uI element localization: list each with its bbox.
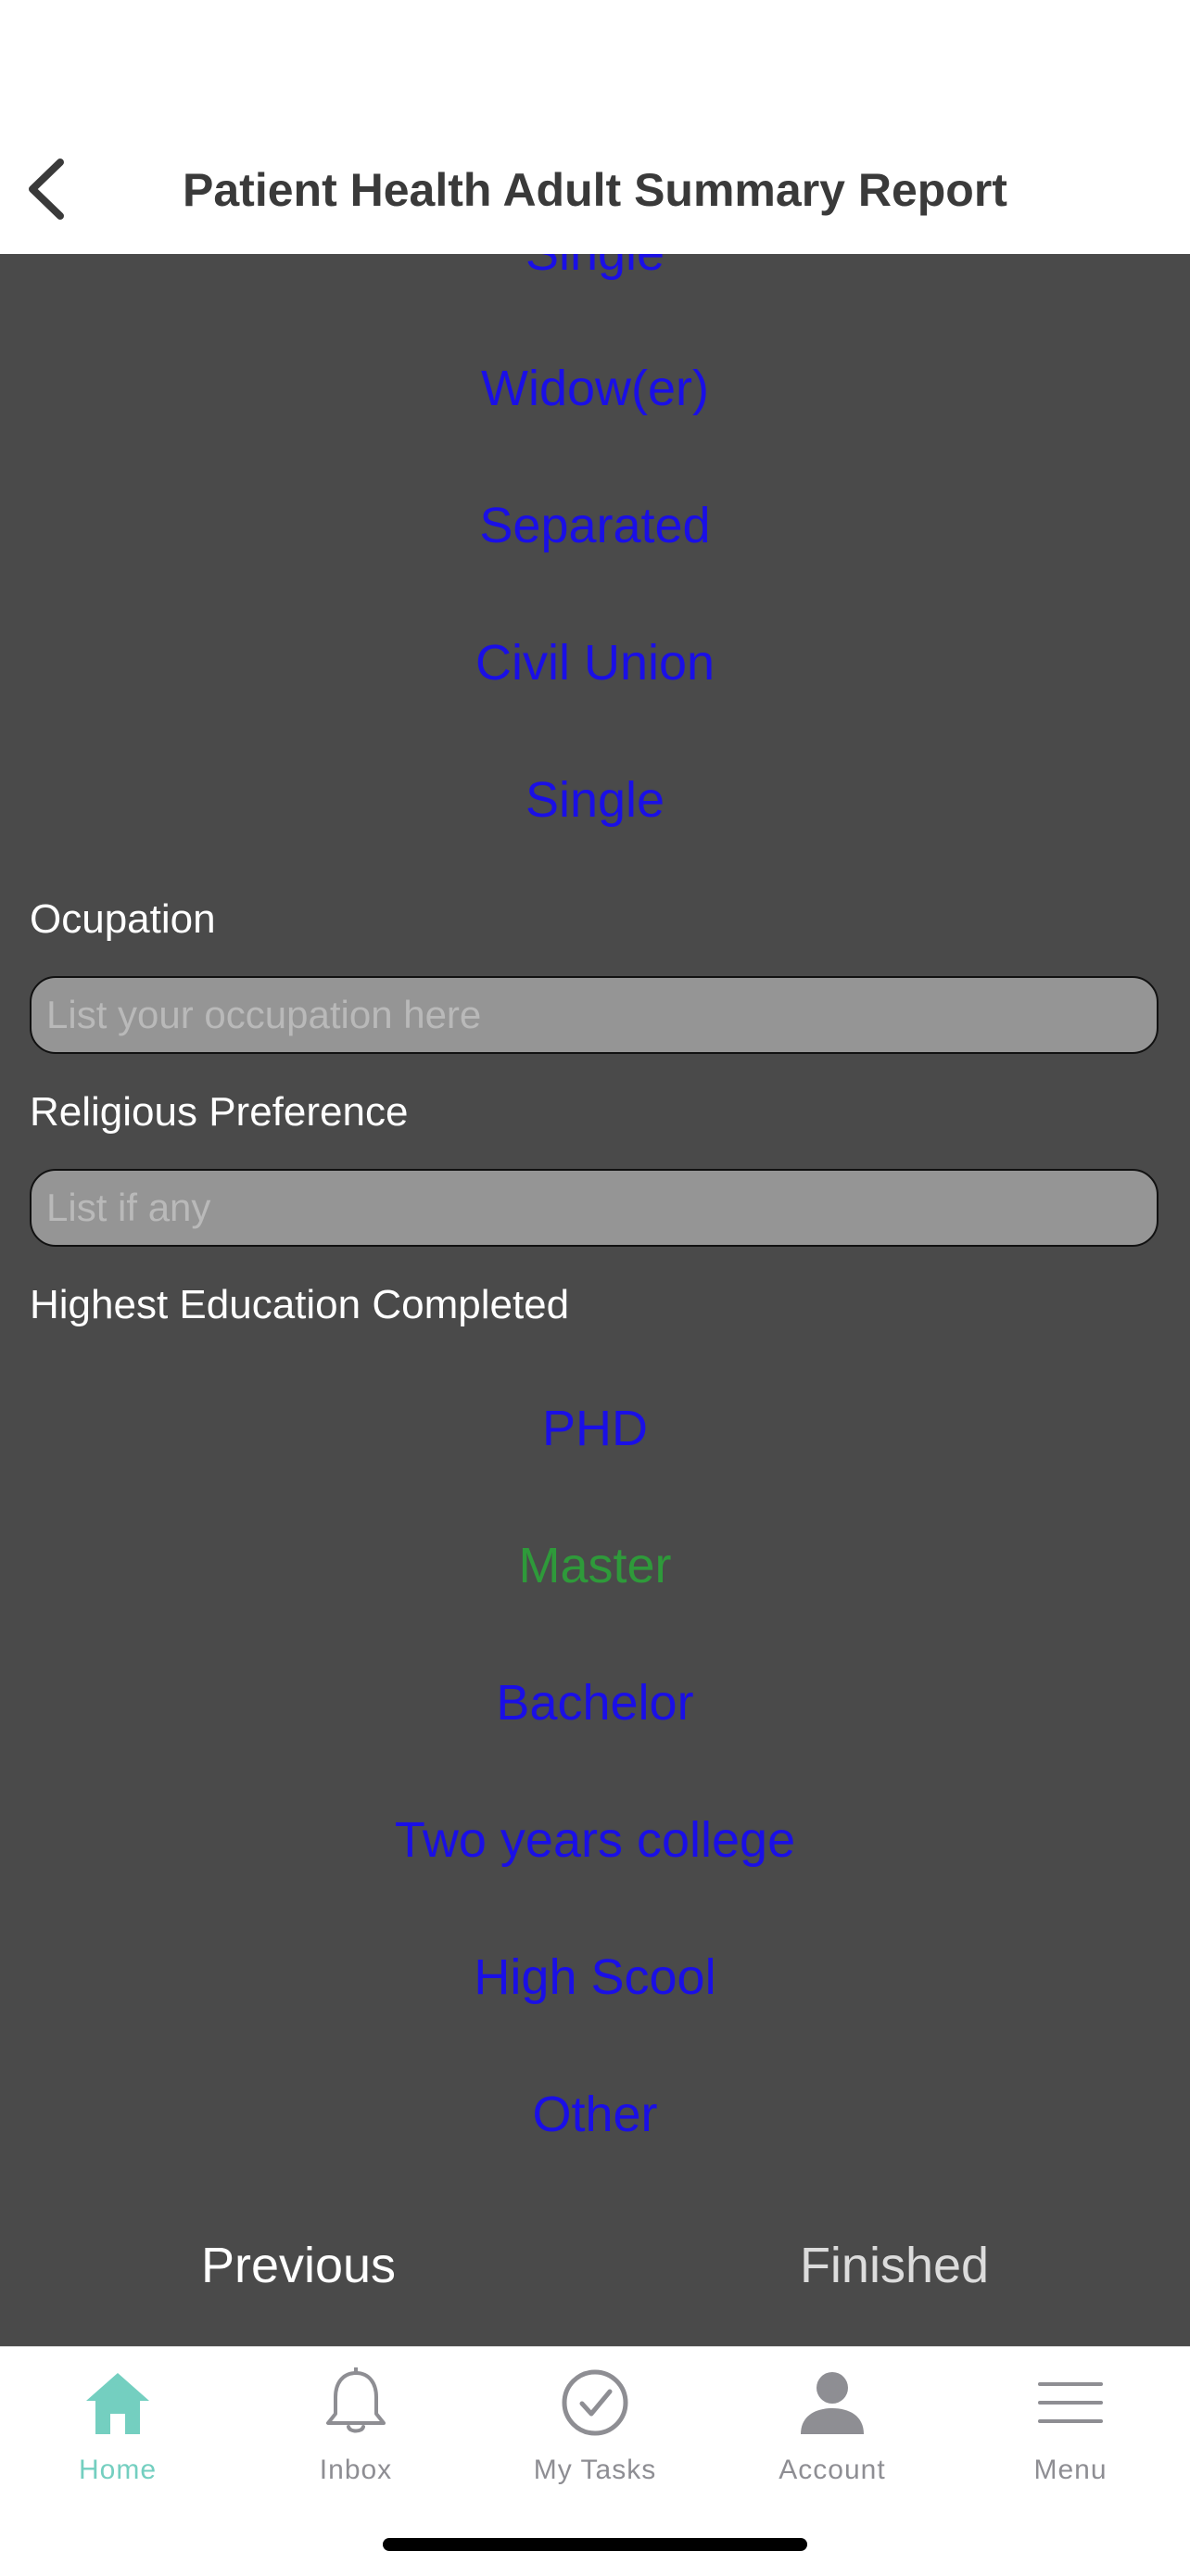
- education-option-two-years-college[interactable]: Two years college: [0, 1808, 1190, 1872]
- hamburger-menu-icon: [1033, 2366, 1108, 2440]
- tab-home[interactable]: Home: [25, 2366, 210, 2505]
- tab-inbox-label: Inbox: [319, 2455, 393, 2485]
- home-icon: [81, 2366, 155, 2440]
- previous-button[interactable]: Previous: [113, 2233, 484, 2298]
- marital-option-separated[interactable]: Separated: [0, 493, 1190, 558]
- marital-option-civil-union[interactable]: Civil Union: [0, 630, 1190, 695]
- tab-my-tasks[interactable]: My Tasks: [502, 2366, 688, 2505]
- bell-icon: [319, 2366, 393, 2440]
- tab-account-label: Account: [779, 2455, 886, 2485]
- occupation-label: Ocupation: [30, 896, 216, 942]
- person-icon: [795, 2366, 869, 2440]
- tab-my-tasks-label: My Tasks: [533, 2455, 657, 2485]
- education-option-high-school[interactable]: High Scool: [0, 1945, 1190, 2010]
- tab-inbox[interactable]: Inbox: [263, 2366, 449, 2505]
- education-label: Highest Education Completed: [30, 1282, 570, 1327]
- religious-preference-label: Religious Preference: [30, 1089, 409, 1135]
- page-title: Patient Health Adult Summary Report: [183, 164, 1007, 216]
- marital-option-single[interactable]: Single: [0, 768, 1190, 832]
- home-indicator[interactable]: [383, 2538, 807, 2551]
- marital-option-widower[interactable]: Widow(er): [0, 356, 1190, 421]
- education-option-master[interactable]: Master: [0, 1533, 1190, 1598]
- nav-header: Patient Health Adult Summary Report: [0, 0, 1190, 254]
- marital-option-single-partial[interactable]: Single: [0, 254, 1190, 286]
- education-option-phd[interactable]: PHD: [0, 1396, 1190, 1461]
- tab-account[interactable]: Account: [740, 2366, 925, 2505]
- education-option-other[interactable]: Other: [0, 2082, 1190, 2147]
- occupation-input[interactable]: [30, 976, 1158, 1054]
- finished-button[interactable]: Finished: [709, 2233, 1080, 2298]
- form-content[interactable]: Single Widow(er) Separated Civil Union S…: [0, 254, 1190, 2346]
- education-option-bachelor[interactable]: Bachelor: [0, 1670, 1190, 1735]
- tab-home-label: Home: [78, 2455, 158, 2485]
- religious-preference-input[interactable]: [30, 1169, 1158, 1247]
- tab-menu[interactable]: Menu: [978, 2366, 1163, 2505]
- tab-menu-label: Menu: [1033, 2455, 1108, 2485]
- check-circle-icon: [558, 2366, 632, 2440]
